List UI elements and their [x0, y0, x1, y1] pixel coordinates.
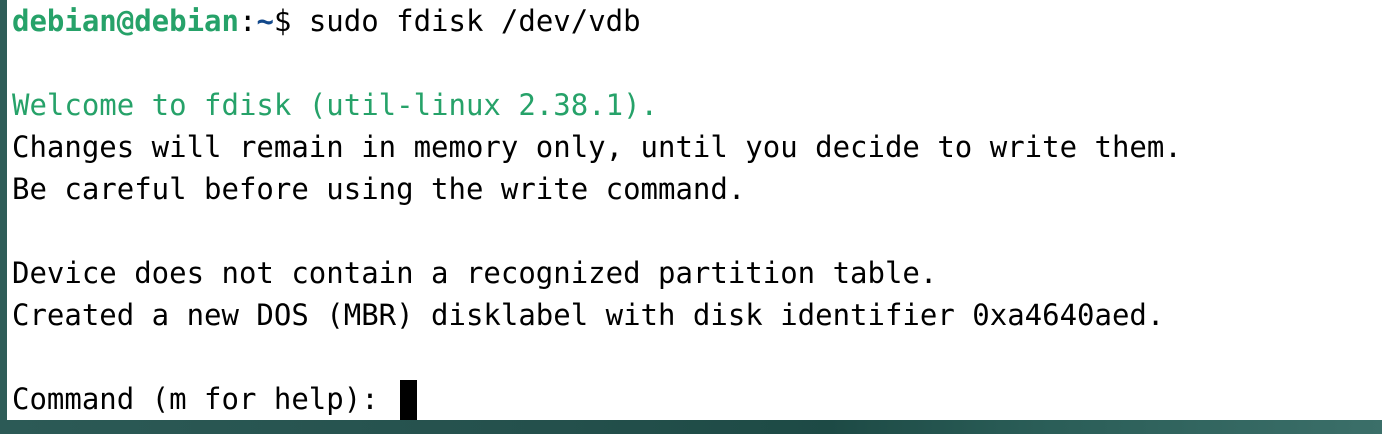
- desktop-background: [0, 420, 1382, 434]
- command-prompt-text: Command (m for help):: [12, 382, 397, 416]
- prompt-command: sudo fdisk /dev/vdb: [308, 4, 641, 38]
- prompt-path: ~: [256, 4, 274, 38]
- output-changes-note: Changes will remain in memory only, unti…: [12, 130, 1182, 164]
- prompt-symbol: $: [273, 4, 309, 38]
- prompt-separator: :: [238, 4, 257, 38]
- output-welcome: Welcome to fdisk (util-linux 2.38.1).: [12, 88, 659, 122]
- text-cursor[interactable]: [400, 380, 418, 420]
- output-created-disklabel: Created a new DOS (MBR) disklabel with d…: [12, 298, 1165, 332]
- output-careful-note: Be careful before using the write comman…: [12, 172, 746, 206]
- prompt-line: debian@debian:~$ sudo fdisk /dev/vdb: [12, 0, 1382, 42]
- command-input-line[interactable]: Command (m for help):: [12, 378, 1382, 420]
- prompt-user-host: debian@debian: [12, 4, 239, 38]
- terminal-window[interactable]: debian@debian:~$ sudo fdisk /dev/vdb Wel…: [7, 0, 1382, 420]
- desktop-left-edge: [0, 0, 7, 434]
- output-no-partition-table: Device does not contain a recognized par…: [12, 256, 938, 290]
